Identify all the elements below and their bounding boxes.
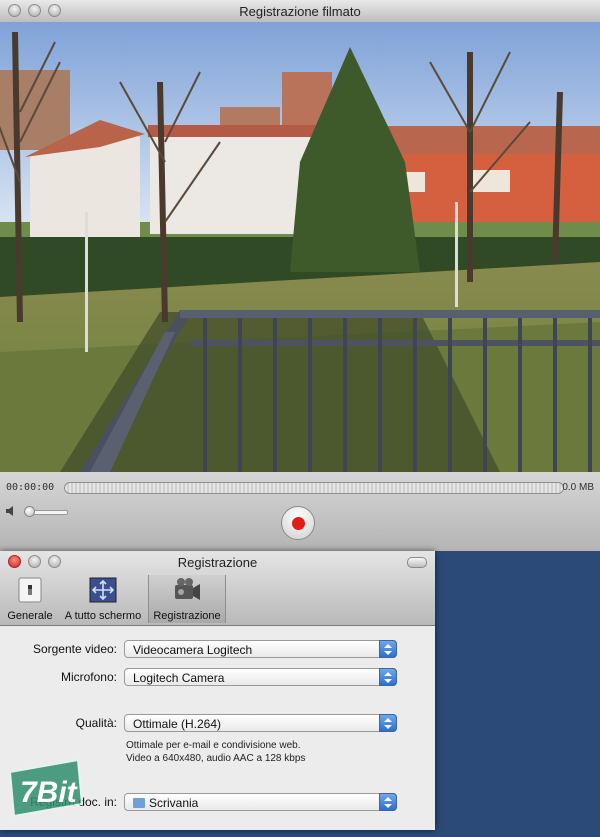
tab-registrazione-label: Registrazione: [153, 610, 221, 622]
tab-generale[interactable]: Generale: [2, 575, 58, 623]
tab-registrazione[interactable]: Registrazione: [148, 575, 226, 623]
switch-icon: [18, 577, 42, 603]
video-source-value: Videocamera Logitech: [133, 643, 253, 657]
elapsed-time: 00:00:00: [6, 482, 55, 493]
file-size: 0.0 MB: [562, 482, 594, 493]
volume-slider-knob[interactable]: [24, 506, 35, 517]
save-location-value-wrap: Scrivania: [133, 796, 198, 810]
record-dot-icon: [292, 517, 305, 530]
recording-window-title: Registrazione filmato: [239, 4, 361, 19]
quality-label: Qualità:: [75, 716, 117, 730]
speaker-icon: [6, 506, 13, 516]
quality-description-line-1: Ottimale per e-mail e condivisione web.: [126, 740, 301, 751]
video-camera-icon: [175, 578, 200, 600]
microphone-label: Microfono:: [60, 670, 117, 684]
toolbar-toggle-button[interactable]: [407, 557, 427, 568]
recording-progress-bar: [64, 482, 564, 494]
tab-generale-label: Generale: [7, 610, 53, 622]
popup-arrows-icon: [379, 714, 397, 732]
video-source-label: Sorgente video:: [32, 642, 117, 656]
preferences-titlebar: Registrazione Generale A tutto schermo R…: [0, 551, 435, 626]
record-button[interactable]: [281, 506, 315, 540]
7bit-logo: 7Bit: [8, 758, 84, 818]
preferences-title: Registrazione: [177, 555, 258, 570]
save-location-value: Scrivania: [149, 796, 199, 810]
popup-arrows-icon: [379, 668, 397, 686]
volume-slider[interactable]: [24, 506, 68, 517]
tab-a-tutto-schermo[interactable]: A tutto schermo: [60, 575, 146, 623]
tab-a-tutto-schermo-label: A tutto schermo: [64, 610, 142, 622]
camera-preview-image: [0, 22, 600, 472]
quality-popup[interactable]: Ottimale (H.264): [124, 714, 397, 732]
movie-recording-window: Registrazione filmato 00:00:00 0.0 MB: [0, 0, 600, 551]
camera-preview: [0, 22, 600, 472]
microphone-popup[interactable]: Logitech Camera: [124, 668, 397, 686]
fullscreen-arrows-icon: [89, 577, 117, 603]
folder-icon: [133, 798, 145, 808]
popup-arrows-icon: [379, 793, 397, 811]
video-source-popup[interactable]: Videocamera Logitech: [124, 640, 397, 658]
quality-description-line-2: Video a 640x480, audio AAC a 128 kbps: [126, 753, 306, 764]
recording-titlebar: Registrazione filmato: [0, 0, 600, 23]
microphone-value: Logitech Camera: [133, 671, 225, 685]
recording-controls: 00:00:00 0.0 MB: [0, 472, 600, 551]
popup-arrows-icon: [379, 640, 397, 658]
save-location-popup[interactable]: Scrivania: [124, 793, 397, 811]
logo-text: 7Bit: [20, 776, 79, 809]
quality-value: Ottimale (H.264): [133, 717, 222, 731]
